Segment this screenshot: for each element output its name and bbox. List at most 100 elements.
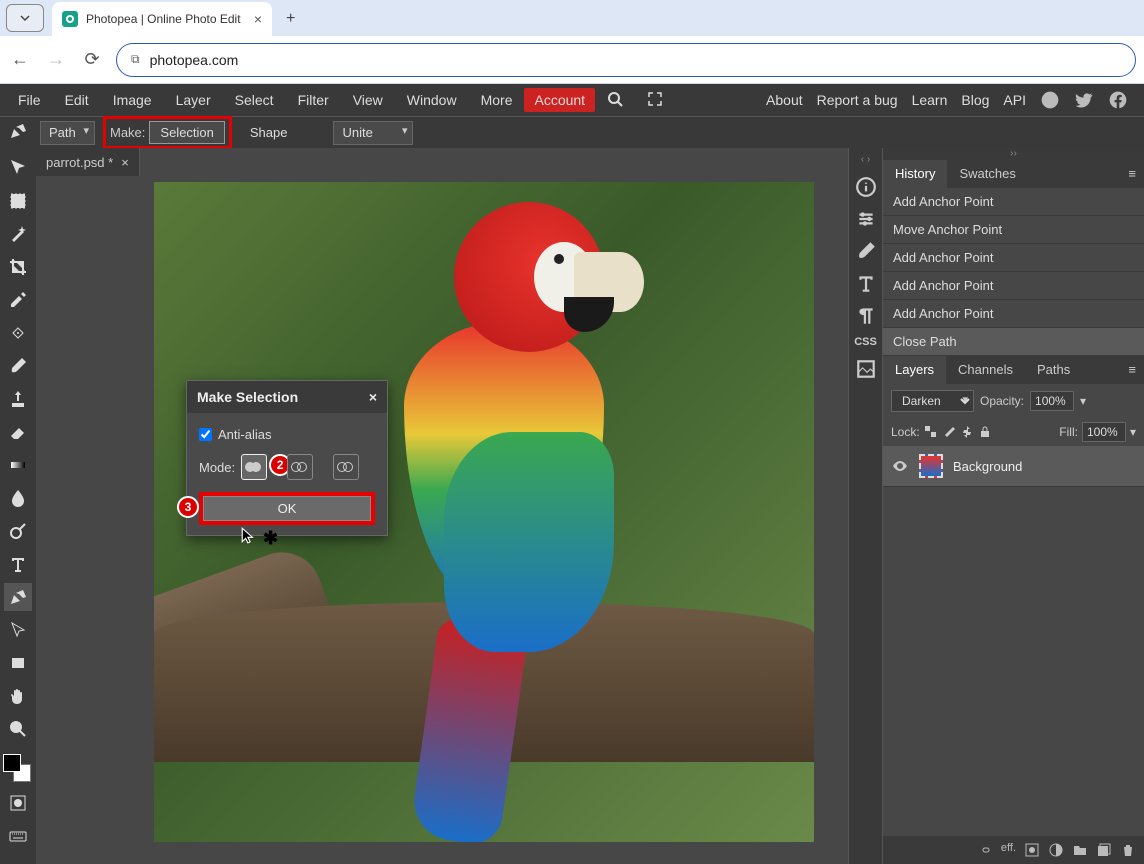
dialog-close-icon[interactable]: × — [369, 389, 377, 405]
antialias-checkbox[interactable] — [199, 428, 212, 441]
menu-blog[interactable]: Blog — [961, 92, 989, 108]
opacity-input[interactable] — [1030, 391, 1074, 411]
color-swatches[interactable] — [3, 754, 33, 784]
back-button[interactable]: ← — [8, 49, 32, 70]
facebook-icon[interactable] — [1108, 90, 1128, 110]
foreground-color-swatch[interactable] — [3, 754, 21, 772]
combine-mode-dropdown[interactable]: Unite — [333, 121, 413, 145]
menu-file[interactable]: File — [6, 86, 53, 114]
paragraph-panel-icon[interactable] — [855, 304, 877, 326]
hand-tool[interactable] — [4, 682, 32, 710]
site-settings-icon[interactable]: ⧉ — [131, 52, 140, 67]
new-layer-icon[interactable] — [1096, 842, 1112, 858]
menu-account[interactable]: Account — [524, 88, 595, 112]
crop-tool[interactable] — [4, 253, 32, 281]
url-bar[interactable]: ⧉ photopea.com — [116, 43, 1136, 77]
menu-more[interactable]: More — [469, 86, 525, 114]
swatches-tab[interactable]: Swatches — [947, 160, 1027, 188]
history-item[interactable]: Add Anchor Point — [883, 244, 1144, 272]
browser-tabs-dropdown[interactable] — [6, 4, 44, 32]
menu-edit[interactable]: Edit — [53, 86, 101, 114]
layers-panel-menu-icon[interactable]: ≡ — [1120, 356, 1144, 384]
reload-button[interactable]: ⟳ — [80, 49, 104, 70]
reddit-icon[interactable] — [1040, 90, 1060, 110]
zoom-tool[interactable] — [4, 715, 32, 743]
adjustment-layer-icon[interactable] — [1048, 842, 1064, 858]
adjustments-panel-icon[interactable] — [855, 208, 877, 230]
forward-button[interactable]: → — [44, 49, 68, 70]
new-group-icon[interactable] — [1072, 842, 1088, 858]
document-tab[interactable]: parrot.psd * × — [36, 148, 140, 176]
menu-layer[interactable]: Layer — [164, 86, 223, 114]
menu-learn[interactable]: Learn — [912, 92, 948, 108]
search-icon[interactable] — [595, 85, 635, 116]
character-panel-icon[interactable] — [855, 272, 877, 294]
channels-tab[interactable]: Channels — [946, 356, 1025, 384]
info-panel-icon[interactable] — [855, 176, 877, 198]
menu-view[interactable]: View — [341, 86, 395, 114]
dialog-ok-button[interactable]: OK — [203, 496, 371, 521]
history-item[interactable]: Add Anchor Point — [883, 188, 1144, 216]
dialog-header[interactable]: Make Selection × — [187, 381, 387, 413]
mode-new-button[interactable] — [241, 454, 267, 480]
blend-mode-dropdown[interactable]: Darken — [891, 390, 974, 412]
lock-transparency-icon[interactable] — [924, 425, 938, 439]
menu-about[interactable]: About — [766, 92, 803, 108]
fill-input[interactable] — [1082, 422, 1126, 442]
layer-visibility-icon[interactable] — [891, 459, 909, 473]
menu-select[interactable]: Select — [223, 86, 286, 114]
lock-image-icon[interactable] — [942, 425, 956, 439]
browser-tab[interactable]: Photopea | Online Photo Edit × — [52, 2, 272, 36]
eraser-tool[interactable] — [4, 418, 32, 446]
collapse-handle-panels[interactable]: ›› — [883, 148, 1144, 160]
blur-tool[interactable] — [4, 484, 32, 512]
make-shape-button[interactable]: Shape — [240, 122, 298, 143]
layer-name[interactable]: Background — [953, 459, 1022, 474]
tab-close-icon[interactable]: × — [254, 11, 262, 27]
menu-filter[interactable]: Filter — [286, 86, 341, 114]
delete-layer-icon[interactable] — [1120, 842, 1136, 858]
history-item[interactable]: Move Anchor Point — [883, 216, 1144, 244]
brush-panel-icon[interactable] — [855, 240, 877, 262]
type-tool[interactable] — [4, 550, 32, 578]
menu-api[interactable]: API — [1003, 92, 1026, 108]
menu-window[interactable]: Window — [395, 86, 469, 114]
document-tab-close-icon[interactable]: × — [121, 155, 129, 170]
healing-tool[interactable] — [4, 319, 32, 347]
opacity-dropdown-icon[interactable]: ▾ — [1080, 394, 1086, 408]
magic-wand-tool[interactable] — [4, 220, 32, 248]
layer-thumbnail[interactable] — [919, 454, 943, 478]
lock-position-icon[interactable] — [960, 425, 974, 439]
menu-image[interactable]: Image — [101, 86, 164, 114]
move-tool[interactable] — [4, 154, 32, 182]
layer-mask-icon[interactable] — [1024, 842, 1040, 858]
gradient-tool[interactable] — [4, 451, 32, 479]
new-tab-button[interactable]: + — [286, 10, 295, 28]
menu-report-bug[interactable]: Report a bug — [817, 92, 898, 108]
make-selection-button[interactable]: Selection — [149, 121, 224, 144]
layers-tab[interactable]: Layers — [883, 356, 946, 384]
dodge-tool[interactable] — [4, 517, 32, 545]
fill-dropdown-icon[interactable]: ▾ — [1130, 425, 1136, 439]
keyboard-icon[interactable] — [4, 822, 32, 850]
pen-tool[interactable] — [4, 583, 32, 611]
marquee-tool[interactable] — [4, 187, 32, 215]
path-mode-dropdown[interactable]: Path — [40, 121, 95, 145]
paths-tab[interactable]: Paths — [1025, 356, 1082, 384]
layer-effects-button[interactable]: eff. — [1001, 842, 1016, 858]
clone-stamp-tool[interactable] — [4, 385, 32, 413]
link-layers-icon[interactable] — [977, 842, 993, 858]
lock-all-icon[interactable] — [978, 425, 992, 439]
eyedropper-tool[interactable] — [4, 286, 32, 314]
history-panel-menu-icon[interactable]: ≡ — [1120, 160, 1144, 188]
quickmask-toggle[interactable] — [4, 789, 32, 817]
path-select-tool[interactable] — [4, 616, 32, 644]
history-item[interactable]: Add Anchor Point — [883, 272, 1144, 300]
css-panel-icon[interactable]: CSS — [854, 336, 877, 348]
history-item[interactable]: Close Path — [883, 328, 1144, 356]
history-item[interactable]: Add Anchor Point — [883, 300, 1144, 328]
rectangle-tool[interactable] — [4, 649, 32, 677]
brush-tool[interactable] — [4, 352, 32, 380]
twitter-icon[interactable] — [1074, 90, 1094, 110]
mode-add-button[interactable] — [287, 454, 313, 480]
